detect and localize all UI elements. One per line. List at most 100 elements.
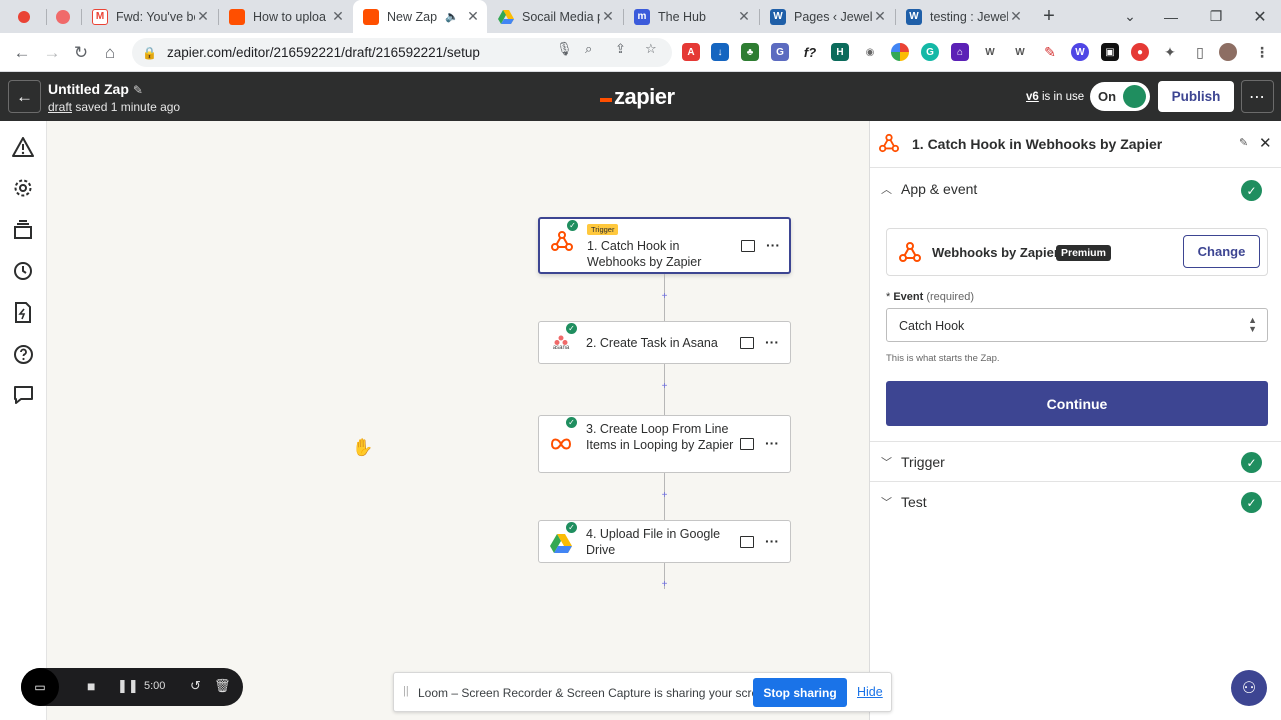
reload-icon[interactable]: ↻ [67,39,95,67]
stop-square-icon[interactable]: ■ [87,678,95,694]
minimize-icon[interactable]: — [1151,0,1191,33]
zap-on-toggle[interactable]: On [1090,82,1150,111]
browser-tab-testing[interactable]: W testing : Jewell ✕ [896,0,1030,33]
step-card-4[interactable]: ✓ 4. Upload File in Google Drive ··· [538,520,791,563]
browser-tab-gmail[interactable]: M Fwd: You've be ✕ [82,0,217,33]
new-tab-button[interactable]: + [1036,0,1062,33]
settings-gear-icon[interactable] [10,175,36,201]
section-trigger[interactable]: ﹀ Trigger ✓ [870,441,1281,482]
browser-tab-drive[interactable]: Socail Media p ✕ [488,0,622,33]
zap-canvas[interactable]: ✓ Trigger 1. Catch Hook in Webhooks by Z… [47,121,869,720]
close-icon[interactable]: ✕ [465,8,481,25]
extension-grammarly-icon[interactable]: G [921,43,939,61]
step-card-2[interactable]: asana ✓ 2. Create Task in Asana ··· [538,321,791,364]
step-more-icon[interactable]: ··· [765,334,779,350]
extensions-puzzle-icon[interactable]: ✦ [1161,43,1179,61]
audio-playing-icon[interactable]: 🔈 [445,10,459,23]
comment-icon[interactable] [740,337,754,349]
profile-avatar[interactable] [1219,43,1237,61]
zap-title[interactable]: Untitled Zap ✎ [48,81,143,97]
share-icon[interactable]: ⇪ [615,41,626,57]
section-app-event[interactable]: ︿ App & event ✓ [870,169,1281,210]
comment-icon[interactable] [741,240,755,252]
extension-ball-icon[interactable]: ● [1131,43,1149,61]
restore-icon[interactable]: ❐ [1196,0,1236,33]
extension-pen-icon[interactable]: ✎ [1041,43,1059,61]
help-question-icon[interactable] [10,341,36,367]
step-card-3[interactable]: ✓ 3. Create Loop From Line Items in Loop… [538,415,791,473]
extension-abp-icon[interactable]: A [682,43,700,61]
extension-wp2-icon[interactable]: W [1011,43,1029,61]
more-options-icon[interactable]: ⋯ [1241,80,1274,113]
zap-runs-file-icon[interactable] [10,299,36,325]
tab-search-chevron-icon[interactable]: ⌄ [1110,0,1150,33]
pause-icon[interactable]: ❚❚ [117,678,139,694]
extension-h-icon[interactable]: H [831,43,849,61]
event-select[interactable]: Catch Hook ▲ ▼ [886,308,1268,342]
close-icon[interactable]: ✕ [330,8,346,25]
close-icon[interactable]: ✕ [736,8,752,25]
extension-w-icon[interactable]: W [1071,43,1089,61]
zoom-icon[interactable]: ⌕ [585,41,592,57]
add-step-plus-icon[interactable]: + [660,490,669,501]
browser-menu-icon[interactable]: ⋮ [1253,43,1271,61]
browser-tab-how-to[interactable]: How to uploa ✕ [219,0,352,33]
browser-tab-the-hub[interactable]: m The Hub ✕ [624,0,758,33]
comment-icon[interactable] [740,536,754,548]
camera-icon[interactable]: ▭ [21,668,59,706]
restart-icon[interactable]: ↺ [190,678,201,694]
versions-stack-icon[interactable] [10,217,36,243]
back-arrow-icon[interactable]: ← [8,39,36,67]
extension-translate-icon[interactable]: G [771,43,789,61]
side-panel-icon[interactable]: ▯ [1191,43,1209,61]
step-more-icon[interactable]: ··· [765,435,779,451]
browser-tab-2[interactable] [46,0,80,33]
home-icon[interactable]: ⌂ [96,39,124,67]
bookmark-star-icon[interactable]: ☆ [645,41,657,57]
forward-arrow-icon[interactable]: → [38,39,66,67]
section-test[interactable]: ﹀ Test ✓ [870,482,1281,523]
add-step-plus-icon[interactable]: + [660,381,669,392]
step-more-icon[interactable]: ··· [766,237,780,253]
browser-tab-1[interactable] [8,0,44,33]
extension-colorwheel-icon[interactable] [891,43,909,61]
comment-icon[interactable] [740,438,754,450]
history-clock-icon[interactable] [10,258,36,284]
exit-editor-button[interactable]: ← [8,80,41,113]
publish-button[interactable]: Publish [1158,81,1234,112]
browser-tab-pages[interactable]: W Pages ‹ Jewell ✕ [760,0,894,33]
continue-button[interactable]: Continue [886,381,1268,426]
change-app-button[interactable]: Change [1183,235,1260,268]
hide-link[interactable]: Hide [857,685,883,699]
stop-sharing-button[interactable]: Stop sharing [753,678,847,707]
extension-hat-icon[interactable]: ⌂ [951,43,969,61]
step-more-icon[interactable]: ··· [765,533,779,549]
microphone-icon[interactable]: 🎙 [556,41,573,57]
delete-trash-icon[interactable]: 🗑 [214,678,231,694]
edit-pencil-icon[interactable]: ✎ [1239,136,1248,149]
extension-camera-icon[interactable]: ◉ [861,43,879,61]
close-icon[interactable]: ✕ [195,8,211,25]
add-step-plus-icon[interactable]: + [660,291,669,302]
warning-icon[interactable] [10,134,36,160]
extension-box-icon[interactable]: ▣ [1101,43,1119,61]
extension-fonts-icon[interactable]: f? [801,43,819,61]
step-card-1[interactable]: ✓ Trigger 1. Catch Hook in Webhooks by Z… [538,217,791,274]
edit-pencil-icon[interactable]: ✎ [133,83,143,97]
add-step-plus-icon[interactable]: + [660,579,669,590]
extension-wp-icon[interactable]: W [981,43,999,61]
version-link[interactable]: v6 [1026,91,1039,103]
extension-download-icon[interactable]: ↓ [711,43,729,61]
comments-icon[interactable] [10,382,36,408]
close-icon[interactable]: ✕ [1008,8,1024,25]
window-close-icon[interactable]: ✕ [1240,0,1280,33]
extension-leaf-icon[interactable]: ♣ [741,43,759,61]
close-icon[interactable]: ✕ [1259,134,1272,152]
close-icon[interactable]: ✕ [872,8,888,25]
browser-tab-new-zap[interactable]: New Zap 🔈 ✕ [353,0,487,33]
help-chat-button[interactable]: ⚇ [1231,670,1267,706]
lock-icon[interactable]: 🔒 [142,46,157,60]
drag-handle-icon[interactable]: || [403,685,409,697]
draft-link[interactable]: draft [48,100,72,114]
close-icon[interactable]: ✕ [600,8,616,25]
